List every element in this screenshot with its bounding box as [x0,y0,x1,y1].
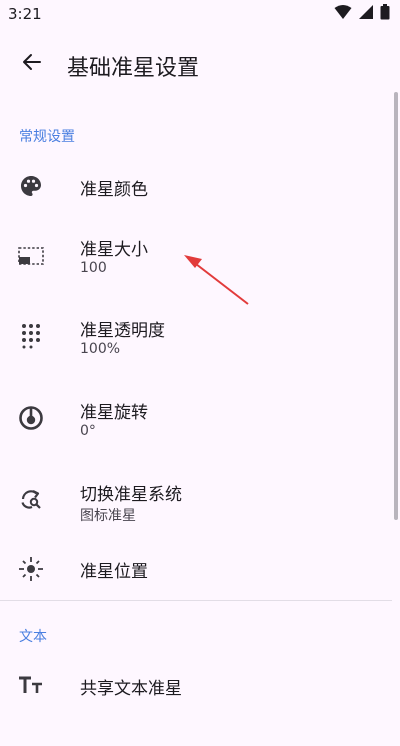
setting-value: 100 [80,260,107,276]
status-time: 3:21 [8,5,42,23]
setting-title: 准星旋转 [80,403,148,423]
rotate-icon [17,404,45,432]
page-title: 基础准星设置 [67,56,200,81]
setting-switch-crosshair-system[interactable]: 切换准星系统 图标准星 [0,474,392,556]
divider [0,600,392,601]
setting-title: 准星大小 [80,240,148,260]
setting-title: 共享文本准星 [80,679,182,699]
setting-value: 100% [80,341,121,357]
setting-crosshair-rotation[interactable]: 准星旋转 0° [0,392,392,474]
text-icon [17,671,45,699]
setting-value: 图标准星 [80,508,136,524]
setting-value: 0° [80,423,96,439]
setting-crosshair-position[interactable]: 准星位置 [0,548,392,630]
switch-icon [17,486,45,514]
scrollbar[interactable] [394,92,398,520]
wifi-icon [334,4,352,24]
cell-signal-icon [358,4,374,24]
section-header-general: 常规设置 [19,129,75,145]
setting-crosshair-opacity[interactable]: 准星透明度 100% [0,310,392,392]
setting-shared-text-crosshair[interactable]: 共享文本准星 [0,664,392,746]
app-bar: 基础准星设置 [0,34,400,94]
status-icons [334,4,390,24]
setting-crosshair-size[interactable]: 准星大小 100 [0,228,392,310]
back-button[interactable] [14,46,50,82]
setting-title: 准星透明度 [80,321,165,341]
setting-title: 切换准星系统 [80,485,182,505]
arrow-back-icon [22,52,42,76]
setting-title: 准星颜色 [80,180,148,200]
setting-title: 准星位置 [80,562,148,582]
size-icon [17,242,45,270]
setting-crosshair-color[interactable]: 准星颜色 [0,146,392,228]
dots-grid-icon [17,322,45,350]
status-bar: 3:21 [0,0,400,30]
section-header-text: 文本 [19,629,47,645]
battery-icon [380,4,390,24]
palette-icon [17,172,45,200]
crosshair-icon [17,555,45,583]
